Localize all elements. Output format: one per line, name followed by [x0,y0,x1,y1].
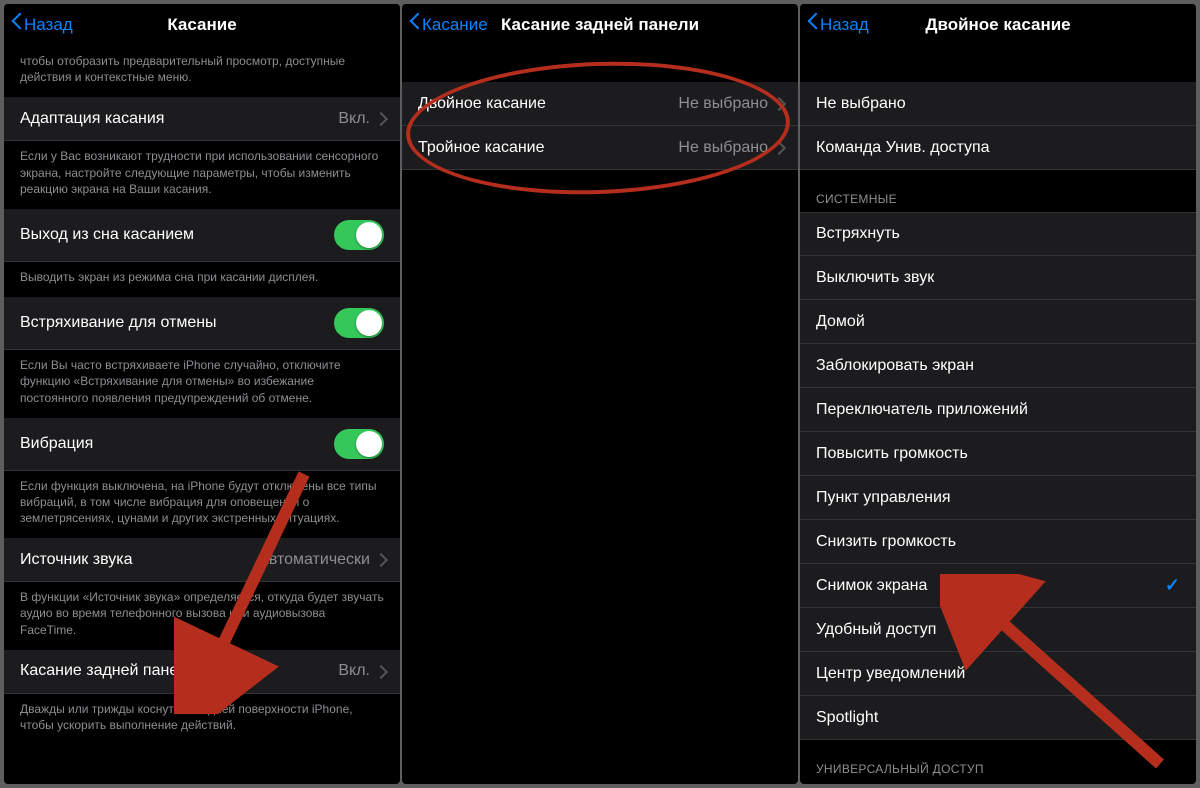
row-touch-accommodation[interactable]: Адаптация касания Вкл. [4,97,400,141]
row-system-option[interactable]: Spotlight [800,696,1196,740]
back-label: Назад [820,15,869,35]
pane-back-tap: Касание Касание задней панели Двойное ка… [402,4,798,784]
row-label: Касание задней панели [20,662,338,680]
row-label: Удобный доступ [816,621,1180,639]
row-back-tap[interactable]: Касание задней панели Вкл. [4,650,400,694]
chevron-right-icon [376,112,384,125]
row-label: Тройное касание [418,139,678,157]
page-title: Касание задней панели [501,15,699,35]
shake-footer: Если Вы часто встряхиваете iPhone случай… [4,350,400,418]
page-title: Двойное касание [925,15,1070,35]
row-triple-tap[interactable]: Тройное касание Не выбрано [402,126,798,170]
row-label: Источник звука [20,551,258,569]
chevron-left-icon [806,15,818,35]
chevron-right-icon [774,97,782,110]
back-button[interactable]: Назад [806,4,869,46]
page-title: Касание [167,15,236,35]
pane-double-tap: Назад Двойное касание Не выбрано Команда… [800,4,1196,784]
row-label: Команда Унив. доступа [816,139,1180,157]
row-label: Снизить громкость [816,533,1180,551]
chevron-left-icon [10,15,22,35]
row-label: Выход из сна касанием [20,226,334,244]
row-value: Вкл. [338,662,370,680]
row-option-ua-command[interactable]: Команда Унив. доступа [800,126,1196,170]
row-system-option[interactable]: Снимок экрана✓ [800,564,1196,608]
row-system-option[interactable]: Пункт управления [800,476,1196,520]
toggle-on[interactable] [334,308,384,338]
vibro-footer: Если функция выключена, на iPhone будут … [4,471,400,539]
chevron-left-icon [408,15,420,35]
row-system-option[interactable]: Переключатель приложений [800,388,1196,432]
row-label: Адаптация касания [20,110,338,128]
back-label: Назад [24,15,73,35]
section-header-ua: УНИВЕРСАЛЬНЫЙ ДОСТУП [800,740,1196,782]
row-value: Вкл. [338,110,370,128]
row-audio-routing[interactable]: Источник звука Автоматически [4,538,400,582]
adapt-footer: Если у Вас возникают трудности при испол… [4,141,400,209]
intro-footer: чтобы отобразить предварительный просмот… [4,46,400,97]
chevron-right-icon [774,141,782,154]
wake-footer: Выводить экран из режима сна при касании… [4,262,400,297]
checkmark-icon: ✓ [1165,575,1180,596]
row-label: Не выбрано [816,95,1180,113]
toggle-knob [356,431,382,457]
toggle-knob [356,310,382,336]
chevron-right-icon [376,665,384,678]
chevron-right-icon [376,553,384,566]
row-system-option[interactable]: Повысить громкость [800,432,1196,476]
row-system-option[interactable]: Удобный доступ [800,608,1196,652]
pane-touch-settings: Назад Касание чтобы отобразить предварит… [4,4,400,784]
navbar: Касание Касание задней панели [402,4,798,46]
row-system-option[interactable]: Центр уведомлений [800,652,1196,696]
toggle-on[interactable] [334,429,384,459]
row-label: Встряхивание для отмены [20,314,334,332]
toggle-knob [356,222,382,248]
row-label: Повысить громкость [816,445,1180,463]
row-double-tap[interactable]: Двойное касание Не выбрано [402,82,798,126]
row-label: Центр уведомлений [816,665,1180,683]
row-system-option[interactable]: Заблокировать экран [800,344,1196,388]
row-label: Домой [816,313,1180,331]
navbar: Назад Касание [4,4,400,46]
toggle-on[interactable] [334,220,384,250]
row-value: Автоматически [258,551,370,569]
navbar: Назад Двойное касание [800,4,1196,46]
row-tap-to-wake[interactable]: Выход из сна касанием [4,209,400,262]
row-label: Снимок экрана [816,577,1165,595]
row-label: Spotlight [816,709,1180,727]
section-header-system: СИСТЕМНЫЕ [800,170,1196,212]
row-label: Встряхнуть [816,225,1180,243]
row-label: Заблокировать экран [816,357,1180,375]
row-system-option[interactable]: Выключить звук [800,256,1196,300]
row-system-option[interactable]: Домой [800,300,1196,344]
row-value: Не выбрано [678,139,768,157]
row-label: Выключить звук [816,269,1180,287]
row-label: Двойное касание [418,95,678,113]
row-label: Пункт управления [816,489,1180,507]
row-system-option[interactable]: Снизить громкость [800,520,1196,564]
row-vibration[interactable]: Вибрация [4,418,400,471]
row-value: Не выбрано [678,95,768,113]
back-button[interactable]: Назад [10,4,73,46]
back-label: Касание [422,15,488,35]
row-system-option[interactable]: Встряхнуть [800,212,1196,256]
backtap-footer: Дважды или трижды коснуться задней повер… [4,694,400,745]
row-label: Переключатель приложений [816,401,1180,419]
row-label: Вибрация [20,435,334,453]
audio-footer: В функции «Источник звука» определяется,… [4,582,400,650]
back-button[interactable]: Касание [408,4,488,46]
row-shake-to-undo[interactable]: Встряхивание для отмены [4,297,400,350]
row-option-none[interactable]: Не выбрано [800,82,1196,126]
